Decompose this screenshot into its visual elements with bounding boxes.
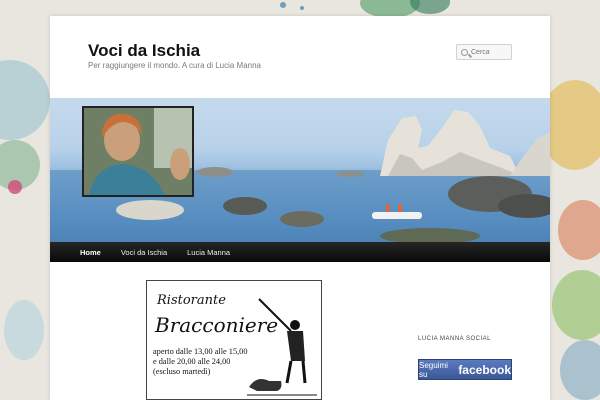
- ad-hours-line: aperto dalle 13,00 alle 15,00: [153, 347, 248, 356]
- nav-item-home[interactable]: Home: [80, 248, 101, 257]
- nav-item-lucia-manna[interactable]: Lucia Manna: [187, 248, 230, 257]
- ad-line-1: Ristorante: [157, 293, 226, 308]
- site-title[interactable]: Voci da Ischia: [88, 41, 200, 61]
- ad-hours-line: e dalle 20,00 alle 24,00: [153, 357, 231, 366]
- site-description: Per raggiungere il mondo. A cura di Luci…: [88, 61, 261, 70]
- social-widget-title: LUCIA MANNA SOCIAL: [418, 336, 492, 342]
- ad-hours: aperto dalle 13,00 alle 15,00 e dalle 20…: [153, 347, 247, 377]
- ad-hours-line: (escluso martedì): [153, 367, 211, 376]
- facebook-follow-button[interactable]: Seguimi su facebook: [418, 359, 512, 380]
- search-icon: [461, 48, 468, 56]
- nav-item-voci-da-ischia[interactable]: Voci da Ischia: [121, 248, 167, 257]
- header-image[interactable]: [50, 98, 550, 242]
- restaurant-ad[interactable]: Ristorante Bracconiere aperto dalle 13,0…: [146, 280, 322, 400]
- portrait-illustration: [84, 108, 192, 195]
- facebook-logo-text: facebook: [458, 362, 511, 377]
- page-container: Voci da Ischia Per raggiungere il mondo.…: [50, 16, 550, 400]
- search-input[interactable]: [471, 48, 511, 56]
- main-navigation: Home Voci da Ischia Lucia Manna: [50, 242, 550, 262]
- facebook-follow-prefix: Seguimi su: [419, 360, 448, 379]
- search-box[interactable]: [456, 44, 512, 60]
- hunter-illustration: [247, 298, 317, 396]
- portrait-photo: [82, 106, 194, 197]
